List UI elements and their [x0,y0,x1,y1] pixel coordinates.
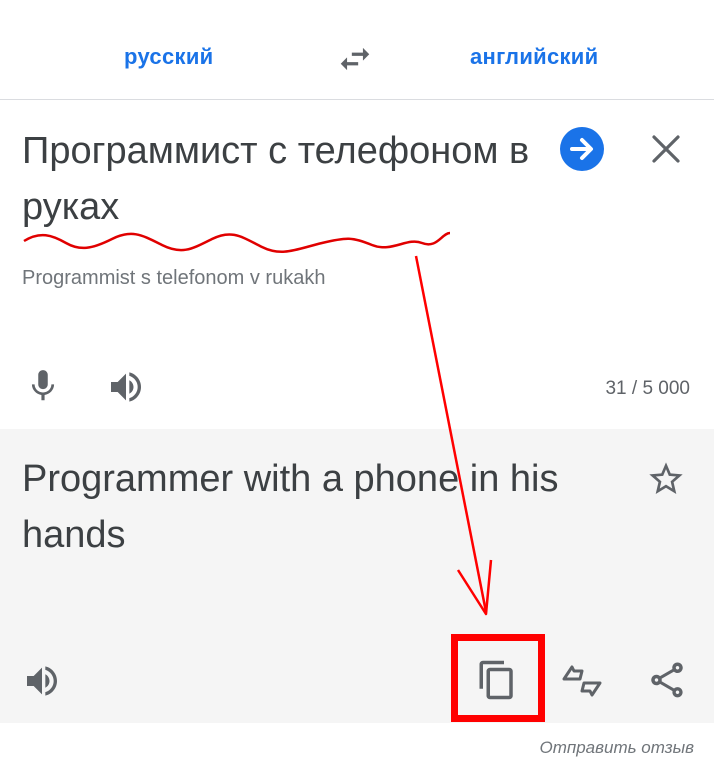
translation-panel: Programmer with a phone in his hands [0,429,714,723]
spellcheck-underline [23,231,451,253]
transliteration-text: Programmist s telefonom v rukakh [22,267,326,289]
source-language-button[interactable]: русский [124,44,213,70]
swap-arrows-icon [340,47,370,71]
swap-languages-button[interactable] [336,40,374,78]
send-feedback-link[interactable]: Отправить отзыв [539,738,694,758]
share-icon [651,662,683,698]
speaker-icon [111,372,141,402]
clear-input-button[interactable] [646,129,686,169]
source-text-input[interactable]: Программист с телефоном в руках [22,123,542,235]
rate-translation-button[interactable] [560,659,604,703]
translation-text: Programmer with a phone in his hands [22,458,559,556]
annotation-highlight-box [451,634,545,722]
star-icon [649,462,683,494]
save-translation-button[interactable] [646,459,686,499]
target-language-button[interactable]: английский [470,44,598,70]
mic-icon [31,370,55,401]
close-icon [652,135,680,163]
arrow-right-icon [570,138,593,160]
voice-input-button[interactable] [24,367,62,405]
feedback-icon [562,665,602,697]
source-panel: Программист с телефоном в руках Programm… [0,101,714,429]
language-bar: русский английский [0,0,714,100]
listen-translation-button[interactable] [22,661,62,701]
speaker-icon [27,666,57,696]
translate-go-button[interactable] [560,127,604,171]
share-translation-button[interactable] [646,659,688,701]
listen-source-button[interactable] [106,367,146,407]
character-counter: 31 / 5 000 [605,378,690,399]
